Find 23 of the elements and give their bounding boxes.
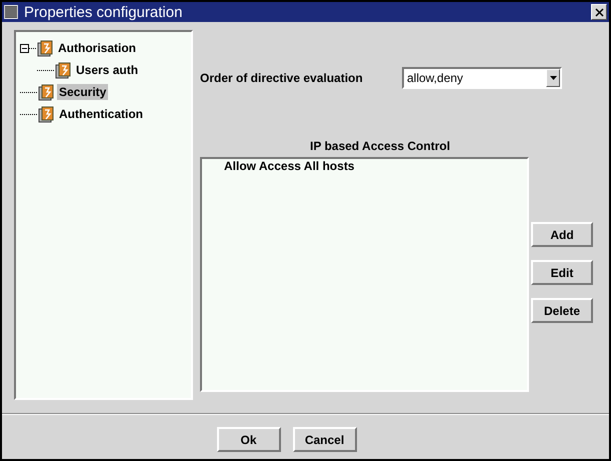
access-entry[interactable]: Allow Access All hosts <box>224 159 527 173</box>
folder-icon <box>36 40 53 56</box>
window-title: Properties configuration <box>24 4 184 20</box>
dialog-button[interactable]: Ok <box>216 427 280 452</box>
folder-icon <box>54 62 71 78</box>
dropdown-arrow-icon <box>550 76 556 80</box>
access-button[interactable]: Delete <box>531 298 593 323</box>
folder-icon <box>37 84 54 100</box>
access-heading: IP based Access Control <box>310 139 452 153</box>
order-dropdown[interactable]: allow,deny <box>402 67 562 89</box>
collapse-icon[interactable] <box>20 44 29 52</box>
dialog-button[interactable]: Cancel <box>292 427 356 452</box>
access-button[interactable]: Edit <box>531 260 593 285</box>
tree-item[interactable]: Authorisation <box>56 40 138 56</box>
order-label: Order of directive evaluation <box>200 71 364 85</box>
folder-icon <box>37 106 54 122</box>
access-button[interactable]: Add <box>531 222 593 247</box>
tree-item[interactable]: Users auth <box>74 62 140 78</box>
tree-item[interactable]: Security <box>57 84 108 100</box>
tree-item[interactable]: Authentication <box>57 106 145 122</box>
close-icon <box>594 8 604 16</box>
close-button[interactable] <box>591 4 607 20</box>
menu-icon[interactable] <box>4 5 18 19</box>
